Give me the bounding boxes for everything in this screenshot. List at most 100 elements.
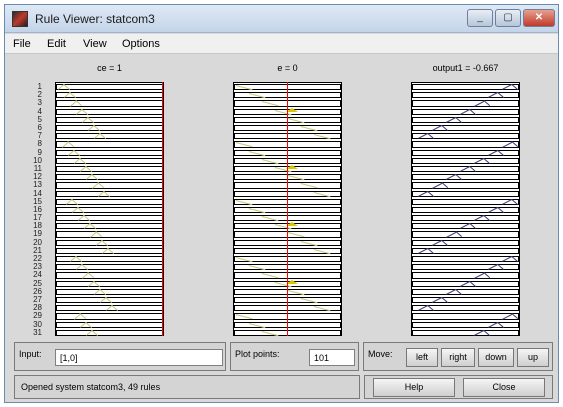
- rule-viewer-window: Rule Viewer: statcom3 _ ▢ ✕ File Edit Vi…: [4, 4, 559, 403]
- rule-number[interactable]: 1: [26, 83, 42, 91]
- rule-mf-plot[interactable]: [56, 84, 163, 91]
- rule-mf-plot[interactable]: [56, 108, 163, 115]
- rule-number[interactable]: 18: [26, 222, 42, 230]
- rule-number[interactable]: 23: [26, 263, 42, 271]
- controls-row: Input: [1,0] Plot points: 101 Move: left…: [14, 342, 553, 371]
- rule-number[interactable]: 5: [26, 115, 42, 123]
- rule-number[interactable]: 30: [26, 320, 42, 328]
- rule-mf-plot[interactable]: [56, 264, 163, 271]
- rule-number[interactable]: 3: [26, 99, 42, 107]
- rule-number[interactable]: 25: [26, 279, 42, 287]
- plot-points-field[interactable]: 101: [309, 349, 355, 366]
- minimize-button[interactable]: _: [467, 9, 493, 27]
- rule-number[interactable]: 22: [26, 255, 42, 263]
- rule-number[interactable]: 9: [26, 148, 42, 156]
- status-text: Opened system statcom3, 49 rules: [21, 382, 161, 392]
- rule-number[interactable]: 14: [26, 189, 42, 197]
- rule-mf-plot[interactable]: [56, 288, 163, 296]
- rule-number[interactable]: 27: [26, 296, 42, 304]
- menu-file[interactable]: File: [13, 38, 31, 50]
- plot-points-label: Plot points:: [235, 349, 280, 359]
- matlab-icon: [12, 11, 28, 27]
- menu-edit[interactable]: Edit: [47, 38, 66, 50]
- rule-column-ce: [55, 82, 164, 336]
- move-panel: Move: left right down up: [363, 342, 553, 371]
- rule-mf-plot[interactable]: [412, 124, 519, 132]
- rule-mf-plot[interactable]: [56, 280, 163, 287]
- rule-number[interactable]: 28: [26, 304, 42, 312]
- close-window-button[interactable]: ✕: [523, 9, 555, 27]
- rule-column-output: [411, 82, 520, 336]
- rule-mf-plot[interactable]: [56, 157, 163, 164]
- rule-mf-plot[interactable]: [412, 100, 519, 107]
- rule-mf-plot[interactable]: [56, 215, 163, 222]
- menu-options[interactable]: Options: [122, 38, 160, 50]
- rule-plot-area: ce = 1 e = 0 output1 = -0.667 1234567891…: [5, 55, 558, 340]
- rule-number[interactable]: 4: [26, 107, 42, 115]
- rule-number[interactable]: 7: [26, 132, 42, 140]
- move-label: Move:: [368, 349, 393, 359]
- column-title-e: e = 0: [277, 63, 298, 73]
- rule-number[interactable]: 29: [26, 312, 42, 320]
- rule-mf-plot[interactable]: [56, 165, 163, 173]
- rule-mf-plot[interactable]: [412, 174, 519, 181]
- title-bar[interactable]: Rule Viewer: statcom3 _ ▢ ✕: [5, 5, 558, 33]
- rule-mf-plot[interactable]: [56, 133, 163, 140]
- window-title: Rule Viewer: statcom3: [35, 12, 155, 26]
- plot-points-panel: Plot points: 101: [230, 342, 359, 371]
- rule-number[interactable]: 24: [26, 271, 42, 279]
- rule-mf-plot[interactable]: [56, 231, 163, 238]
- rule-mf-plot[interactable]: [56, 239, 163, 246]
- rule-number[interactable]: 13: [26, 181, 42, 189]
- rule-number[interactable]: 16: [26, 205, 42, 213]
- rule-number[interactable]: 8: [26, 140, 42, 148]
- rule-number[interactable]: 26: [26, 287, 42, 295]
- rule-mf-plot[interactable]: [56, 272, 163, 279]
- rule-mf-plot[interactable]: [56, 174, 163, 181]
- rule-number[interactable]: 19: [26, 230, 42, 238]
- move-down-button[interactable]: down: [478, 348, 514, 367]
- move-up-button[interactable]: up: [517, 348, 549, 367]
- rule-number[interactable]: 21: [26, 246, 42, 254]
- ce-indicator-line[interactable]: [162, 82, 163, 336]
- column-title-output: output1 = -0.667: [432, 63, 499, 73]
- maximize-button[interactable]: ▢: [495, 9, 521, 27]
- rule-mf-plot[interactable]: [412, 231, 519, 238]
- e-indicator-line[interactable]: [287, 82, 288, 336]
- rule-mf-plot[interactable]: [412, 239, 519, 246]
- input-field[interactable]: [1,0]: [55, 349, 223, 366]
- rule-mf-plot[interactable]: [412, 288, 519, 296]
- rule-mf-plot[interactable]: [412, 157, 519, 164]
- rule-mf-plot[interactable]: [412, 329, 519, 336]
- action-button-panel: Help Close: [364, 375, 553, 399]
- rule-mf-plot[interactable]: [56, 321, 163, 328]
- move-right-button[interactable]: right: [441, 348, 475, 367]
- rule-number[interactable]: 2: [26, 91, 42, 99]
- rule-number[interactable]: 12: [26, 173, 42, 181]
- move-left-button[interactable]: left: [406, 348, 438, 367]
- rule-mf-plot[interactable]: [56, 223, 163, 230]
- rule-number[interactable]: 20: [26, 238, 42, 246]
- rule-number[interactable]: 17: [26, 214, 42, 222]
- rule-mf-plot[interactable]: [412, 182, 519, 189]
- rule-mf-plot[interactable]: [56, 313, 163, 320]
- help-button[interactable]: Help: [373, 378, 455, 397]
- rule-mf-plot[interactable]: [412, 272, 519, 279]
- rule-number[interactable]: 31: [26, 328, 42, 336]
- rule-mf-plot[interactable]: [412, 297, 519, 304]
- close-button[interactable]: Close: [463, 378, 545, 397]
- rule-number[interactable]: 15: [26, 197, 42, 205]
- rule-mf-plot[interactable]: [56, 182, 163, 189]
- menu-view[interactable]: View: [83, 38, 107, 50]
- rule-number[interactable]: 11: [26, 164, 42, 172]
- input-label: Input:: [19, 349, 42, 359]
- rule-mf-plot[interactable]: [56, 116, 163, 123]
- rule-number[interactable]: 6: [26, 123, 42, 131]
- rule-mf-plot[interactable]: [56, 329, 163, 336]
- rule-mf-plot[interactable]: [412, 116, 519, 123]
- menu-bar: File Edit View Options: [5, 34, 558, 54]
- rule-mf-plot[interactable]: [56, 124, 163, 132]
- column-title-ce: ce = 1: [97, 63, 122, 73]
- rule-mf-plot[interactable]: [412, 215, 519, 222]
- rule-number[interactable]: 10: [26, 156, 42, 164]
